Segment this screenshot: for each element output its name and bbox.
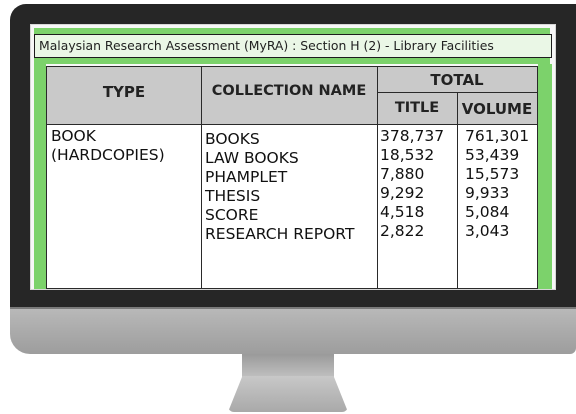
collection-cell: BOOKS xyxy=(205,130,260,148)
volume-cell: 3,043 xyxy=(465,222,510,240)
title-cell: 2,822 xyxy=(380,222,425,240)
header-total: TOTAL xyxy=(430,71,484,89)
monitor-stand-base xyxy=(228,376,348,412)
volume-column: 761,301 53,439 15,573 9,933 5,084 3,043 xyxy=(465,127,529,241)
header-title: TITLE xyxy=(394,100,440,116)
title-cell: 7,880 xyxy=(380,165,425,183)
left-accent-bar xyxy=(34,64,46,289)
collection-cell: SCORE xyxy=(205,206,259,224)
type-line: BOOK xyxy=(51,127,96,145)
collection-cell: LAW BOOKS xyxy=(205,149,299,167)
monitor-edge xyxy=(10,307,576,309)
collection-cell: THESIS xyxy=(205,187,261,205)
collection-cell: RESEARCH REPORT xyxy=(205,225,355,243)
page-title: Malaysian Research Assessment (MyRA) : S… xyxy=(34,34,552,58)
title-cell: 378,737 xyxy=(380,127,445,145)
type-cell: BOOK (HARDCOPIES) xyxy=(51,127,165,165)
collection-column: BOOKS LAW BOOKS PHAMPLET THESIS SCORE RE… xyxy=(205,130,354,244)
right-accent-bar xyxy=(538,64,552,289)
title-cell: 9,292 xyxy=(380,184,425,202)
monitor-chin xyxy=(10,308,576,354)
title-cell: 18,532 xyxy=(380,146,435,164)
header-divider xyxy=(47,124,537,125)
monitor-screen: Malaysian Research Assessment (MyRA) : S… xyxy=(30,24,556,290)
collections-table: TYPE COLLECTION NAME TOTAL TITLE VOLUME … xyxy=(46,66,538,289)
volume-cell: 53,439 xyxy=(465,146,520,164)
header-volume: VOLUME xyxy=(461,100,533,118)
title-cell: 4,518 xyxy=(380,203,425,221)
volume-cell: 15,573 xyxy=(465,165,520,183)
header-type: TYPE xyxy=(102,83,146,101)
volume-cell: 9,933 xyxy=(465,184,510,202)
title-column: 378,737 18,532 7,880 9,292 4,518 2,822 xyxy=(380,127,444,241)
volume-cell: 5,084 xyxy=(465,203,510,221)
column-divider xyxy=(457,92,458,289)
type-line: (HARDCOPIES) xyxy=(51,146,165,164)
volume-cell: 761,301 xyxy=(465,127,530,145)
header-collection-name: COLLECTION NAME xyxy=(211,83,367,99)
collection-cell: PHAMPLET xyxy=(205,168,288,186)
column-divider xyxy=(201,67,202,289)
